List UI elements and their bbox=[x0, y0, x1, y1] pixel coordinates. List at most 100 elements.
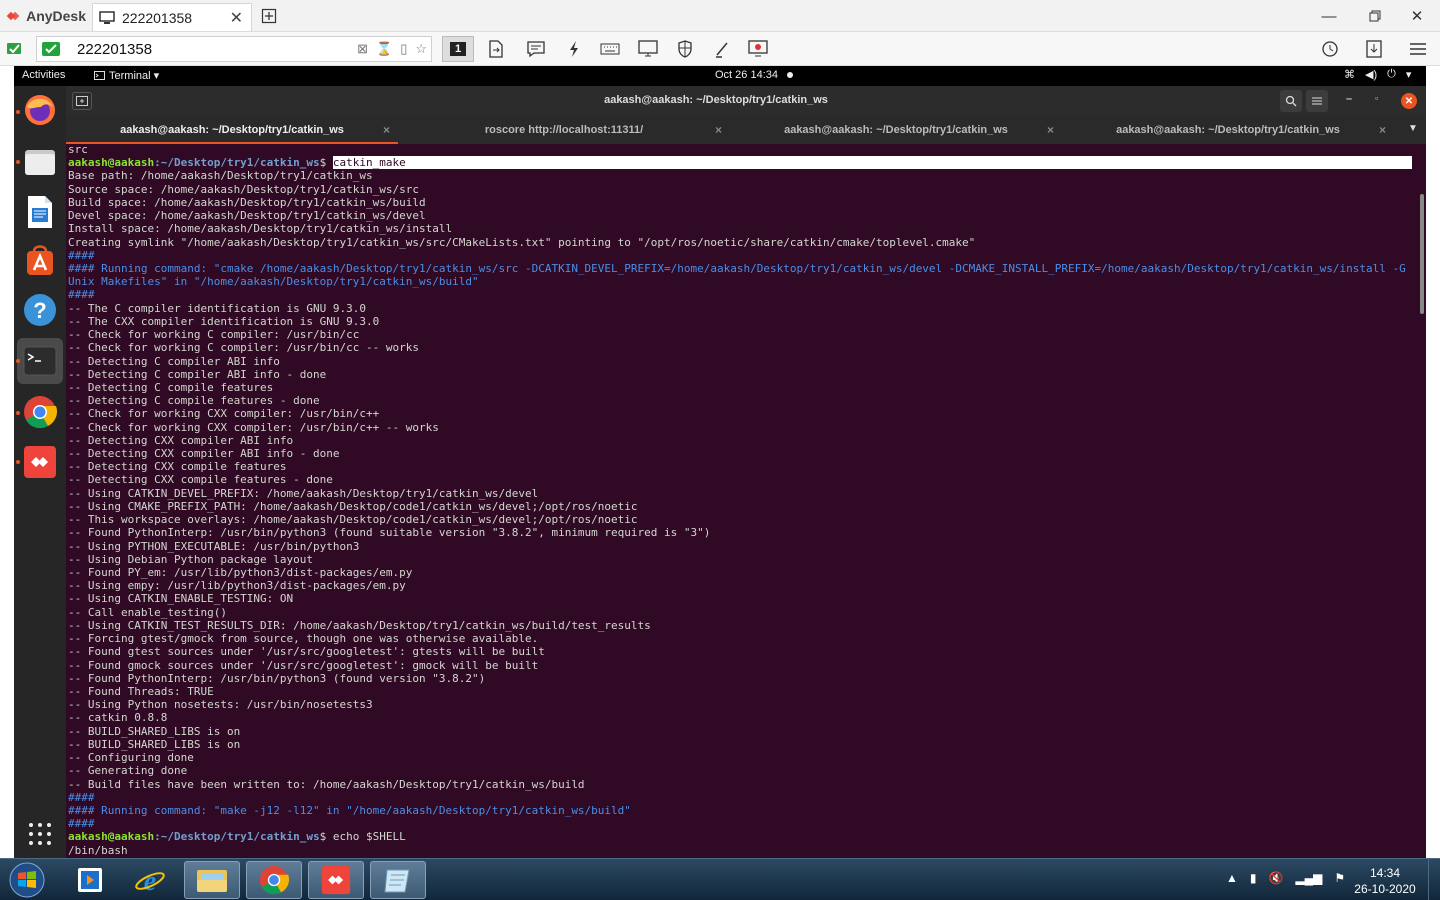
network-icon: ⌘ bbox=[1344, 69, 1355, 81]
terminal-tab-2[interactable]: roscore http://localhost:11311/ × bbox=[398, 116, 730, 144]
output-text: -- Detecting CXX compiler ABI info bbox=[68, 433, 294, 447]
restore-button[interactable] bbox=[1352, 0, 1398, 32]
close-window-button[interactable]: ✕ bbox=[1394, 0, 1440, 32]
session-tab[interactable]: 222201358 ✕ bbox=[92, 3, 252, 31]
download-button[interactable] bbox=[1362, 38, 1386, 60]
address-bar[interactable]: 222201358 ⊠ ⌛ ▯ ☆ bbox=[36, 36, 432, 62]
close-tab-icon[interactable]: × bbox=[1379, 123, 1386, 137]
history-button[interactable] bbox=[1318, 38, 1342, 60]
display-icon bbox=[638, 40, 658, 57]
output-text: -- Detecting CXX compile features - done bbox=[68, 473, 333, 487]
terminal-maximize-button[interactable]: ▫ bbox=[1375, 93, 1378, 103]
record-button[interactable] bbox=[746, 38, 770, 60]
app-menu[interactable]: Terminal ▾ bbox=[94, 69, 159, 82]
terminal-line: -- The CXX compiler identification is GN… bbox=[68, 315, 1412, 328]
chat-button[interactable] bbox=[524, 38, 548, 60]
terminal-menu-button[interactable] bbox=[1306, 90, 1328, 112]
terminal-line: /bin/bash bbox=[68, 844, 1412, 857]
monitor-icon bbox=[99, 10, 115, 24]
taskbar-notes[interactable] bbox=[370, 861, 426, 899]
terminal-tab-4[interactable]: aakash@aakash: ~/Desktop/try1/catkin_ws … bbox=[1062, 116, 1394, 144]
hourglass-icon[interactable]: ⌛ bbox=[376, 41, 392, 57]
output-text: -- Found Threads: TRUE bbox=[68, 684, 214, 698]
catkin-status-text: Unix Makefiles" in "/home/aakash/Desktop… bbox=[68, 275, 479, 289]
show-applications-button[interactable] bbox=[22, 816, 58, 852]
close-tab-icon[interactable]: × bbox=[1047, 123, 1054, 137]
start-button[interactable] bbox=[6, 861, 48, 899]
terminal-search-button[interactable] bbox=[1280, 90, 1302, 112]
terminal-line: -- Found PythonInterp: /usr/bin/python3 … bbox=[68, 672, 1412, 685]
display-settings-button[interactable] bbox=[636, 38, 660, 60]
notification-area[interactable]: ▲ ▮ 🔇 ▂▄▆ ⚑ bbox=[1226, 871, 1345, 885]
keyboard-button[interactable] bbox=[598, 38, 622, 60]
folder-icon bbox=[25, 150, 55, 175]
new-tab-button[interactable] bbox=[258, 6, 280, 26]
speaker-muted-icon[interactable]: 🔇 bbox=[1269, 871, 1284, 885]
minimize-button[interactable]: — bbox=[1306, 0, 1352, 32]
dock-files[interactable] bbox=[22, 144, 58, 180]
terminal-line: aakash@aakash:~/Desktop/try1/catkin_ws$ … bbox=[68, 830, 1412, 843]
output-text: -- Found PY_em: /usr/lib/python3/dist-pa… bbox=[68, 566, 413, 579]
terminal-line: -- Found gtest sources under '/usr/src/g… bbox=[68, 645, 1412, 658]
dock-anydesk[interactable] bbox=[22, 444, 58, 480]
terminal-tab-3[interactable]: aakash@aakash: ~/Desktop/try1/catkin_ws … bbox=[730, 116, 1062, 144]
chrome-icon bbox=[259, 865, 289, 895]
dock-terminal[interactable] bbox=[22, 343, 58, 379]
taskbar-anydesk[interactable] bbox=[308, 861, 364, 899]
dock-help[interactable]: ? bbox=[22, 292, 58, 328]
terminal-line: -- Check for working C compiler: /usr/bi… bbox=[68, 328, 1412, 341]
terminal-tab-1[interactable]: aakash@aakash: ~/Desktop/try1/catkin_ws … bbox=[66, 116, 398, 144]
output-text: -- Found PythonInterp: /usr/bin/python3 … bbox=[68, 671, 486, 685]
actions-button[interactable] bbox=[562, 38, 586, 60]
transfer-file-button[interactable] bbox=[484, 38, 508, 60]
terminal-line: -- Detecting CXX compiler ABI info bbox=[68, 434, 1412, 447]
show-desktop-button[interactable] bbox=[1428, 859, 1440, 900]
terminal-scrollbar[interactable] bbox=[1420, 194, 1424, 314]
internet-explorer-icon: e bbox=[135, 866, 165, 895]
permissions-icon[interactable]: ⊠ bbox=[357, 41, 368, 57]
terminal-line: -- Forcing gtest/gmock from source, thou… bbox=[68, 632, 1412, 645]
anydesk-app-name: AnyDesk bbox=[26, 8, 86, 24]
output-text: -- Check for working C compiler: /usr/bi… bbox=[68, 328, 360, 342]
terminal-minimize-button[interactable]: – bbox=[1346, 93, 1352, 105]
taskbar-clock[interactable]: 14:34 26-10-2020 bbox=[1352, 865, 1418, 897]
catkin-status-text: #### bbox=[68, 248, 95, 262]
record-icon bbox=[748, 40, 768, 57]
terminal-output[interactable]: src aakash@aakash:~/Desktop/try1/catkin_w… bbox=[66, 144, 1426, 858]
output-text: -- Detecting CXX compiler ABI info - don… bbox=[68, 447, 340, 461]
favorite-star-icon[interactable]: ☆ bbox=[415, 41, 427, 57]
dock-libreoffice-writer[interactable] bbox=[22, 194, 58, 230]
close-tab-icon[interactable]: × bbox=[715, 123, 722, 137]
taskbar-media-player[interactable] bbox=[62, 861, 118, 899]
taskbar-file-explorer[interactable] bbox=[184, 861, 240, 899]
activities-button[interactable]: Activities bbox=[22, 69, 65, 81]
battery-icon[interactable]: ▮ bbox=[1250, 871, 1257, 885]
flag-icon[interactable]: ⚑ bbox=[1334, 871, 1345, 885]
prompt-user: aakash@aakash bbox=[68, 156, 155, 170]
menu-button[interactable] bbox=[1406, 38, 1430, 60]
display-select-button[interactable]: 1 bbox=[442, 36, 474, 62]
taskbar-chrome[interactable] bbox=[246, 861, 302, 899]
lock-icon[interactable]: ▯ bbox=[400, 41, 407, 57]
output-text: -- Detecting C compiler ABI info bbox=[68, 354, 280, 368]
system-tray[interactable]: ⌘ ◀) ⏻ ▾ bbox=[1344, 68, 1411, 81]
dock-chrome[interactable] bbox=[22, 394, 58, 430]
close-tab-icon[interactable]: × bbox=[383, 123, 390, 137]
terminal-close-button[interactable]: ✕ bbox=[1401, 93, 1417, 109]
close-tab-icon[interactable]: ✕ bbox=[230, 8, 243, 28]
anydesk-titlebar: AnyDesk 222201358 ✕ — ✕ bbox=[0, 0, 1440, 32]
whiteboard-button[interactable] bbox=[710, 38, 734, 60]
terminal-line: Build space: /home/aakash/Desktop/try1/c… bbox=[68, 196, 1412, 209]
output-text: Install space: /home/aakash/Desktop/try1… bbox=[68, 222, 453, 236]
tabs-overflow-chevron-icon[interactable]: ▼ bbox=[1408, 123, 1418, 134]
dock-firefox[interactable] bbox=[22, 92, 58, 128]
signal-icon[interactable]: ▂▄▆ bbox=[1295, 871, 1322, 885]
permissions-button[interactable] bbox=[673, 38, 697, 60]
topbar-clock[interactable]: Oct 26 14:34 bbox=[715, 69, 778, 81]
terminal-line: -- Using PYTHON_EXECUTABLE: /usr/bin/pyt… bbox=[68, 540, 1412, 553]
chevron-up-icon[interactable]: ▲ bbox=[1226, 871, 1238, 885]
terminal-line: -- Found Threads: TRUE bbox=[68, 685, 1412, 698]
taskbar-internet-explorer[interactable]: e bbox=[122, 861, 178, 899]
dock-software[interactable] bbox=[22, 242, 58, 278]
address-actions: ⊠ ⌛ ▯ ☆ bbox=[357, 41, 427, 57]
